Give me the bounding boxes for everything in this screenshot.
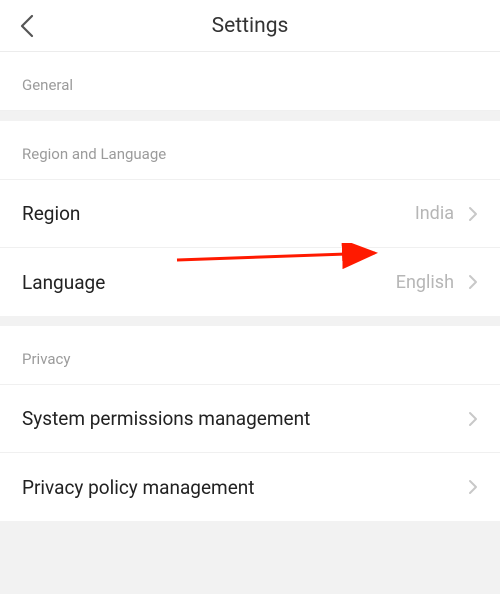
row-language[interactable]: Language English [0,248,500,316]
section-general: General [0,52,500,111]
section-header-privacy: Privacy [0,326,500,385]
row-label-system-permissions: System permissions management [22,407,468,430]
row-region[interactable]: Region India [0,180,500,248]
row-label-region: Region [22,202,415,225]
row-label-language: Language [22,271,396,294]
chevron-right-icon [468,411,478,427]
chevron-right-icon [468,206,478,222]
section-region-language: Region and Language Region India Languag… [0,121,500,316]
back-button[interactable] [18,12,38,40]
row-label-privacy-policy: Privacy policy management [22,476,468,499]
section-header-region-language: Region and Language [0,121,500,180]
page-title: Settings [212,14,289,38]
row-system-permissions[interactable]: System permissions management [0,385,500,453]
row-value-language: English [396,272,454,293]
chevron-right-icon [468,274,478,290]
header-bar: Settings [0,0,500,52]
section-header-general: General [0,52,500,111]
row-value-region: India [415,203,454,224]
chevron-left-icon [18,12,38,40]
row-privacy-policy[interactable]: Privacy policy management [0,453,500,521]
section-privacy: Privacy System permissions management Pr… [0,326,500,521]
chevron-right-icon [468,479,478,495]
